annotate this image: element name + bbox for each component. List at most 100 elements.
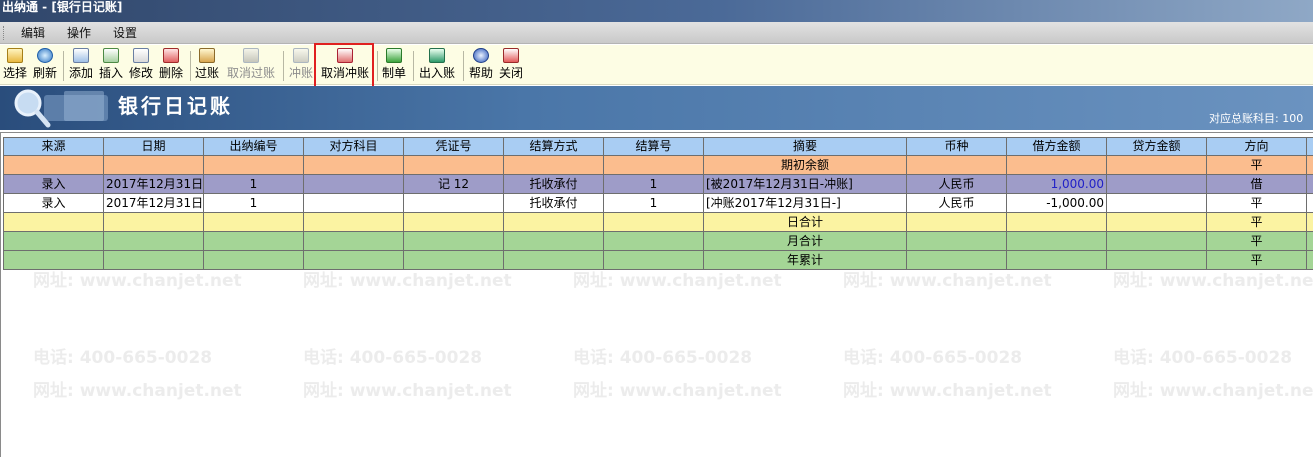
column-header-date[interactable]: 日期 [103, 137, 204, 156]
menu-grip[interactable] [3, 26, 6, 40]
column-header-source[interactable]: 来源 [3, 137, 104, 156]
column-header-settlement-no[interactable]: 结算号 [603, 137, 704, 156]
summary-cell: [冲账2017年12月31日-] [703, 193, 907, 213]
settlement-cell: 托收承付 [503, 193, 604, 213]
edit-icon [133, 48, 149, 63]
toolbar-separator [463, 51, 464, 81]
table-row[interactable]: 录入 2017年12月31日 1 记 12 托收承付 1 [被2017年12月3… [3, 174, 1313, 194]
delete-icon [163, 48, 179, 63]
credit-cell [1106, 174, 1207, 194]
watermark-phone: 电话: 400-665-0028 [573, 348, 753, 368]
column-header-credit[interactable]: 贷方金额 [1106, 137, 1207, 156]
menu-settings[interactable]: 设置 [112, 25, 138, 41]
reverse-icon [293, 48, 309, 63]
cashier-no-cell: 1 [203, 193, 304, 213]
watermark-phone: 电话: 400-665-0028 [1113, 348, 1293, 368]
year-total-row[interactable]: 年累计 平 [3, 250, 1313, 270]
day-total-label: 日合计 [703, 212, 907, 232]
counter-account-cell [303, 193, 404, 213]
bank-journal-table: 来源 日期 出纳编号 对方科目 凭证号 结算方式 结算号 摘要 币种 借方金额 … [3, 137, 1313, 270]
watermark-site: 网址: www.chanjet.net [1113, 271, 1313, 291]
page-banner: 银行日记账 对应总账科目: 100 [0, 86, 1313, 130]
insert-icon [103, 48, 119, 63]
column-header-voucher-no[interactable]: 凭证号 [403, 137, 504, 156]
watermark-site: 网址: www.chanjet.net [1113, 381, 1313, 401]
in-out-button[interactable]: 出入账 [417, 48, 457, 84]
edit-button[interactable]: 修改 [127, 48, 155, 84]
watermark-phone: 电话: 400-665-0028 [843, 348, 1023, 368]
add-button[interactable]: 添加 [67, 48, 95, 84]
post-button[interactable]: 过账 [193, 48, 221, 84]
ledger-grid[interactable]: 电话: 400-665-0028 电话: 400-665-0028 电话: 40… [0, 132, 1313, 457]
highlight-annotation-box [314, 43, 374, 91]
column-header-debit[interactable]: 借方金额 [1006, 137, 1107, 156]
voucher-icon [386, 48, 402, 63]
refresh-icon [37, 48, 53, 63]
direction-cell: 平 [1206, 193, 1307, 213]
menu-edit[interactable]: 编辑 [20, 25, 46, 41]
add-icon [73, 48, 89, 63]
year-total-label: 年累计 [703, 250, 907, 270]
column-header-currency[interactable]: 币种 [906, 137, 1007, 156]
column-header-counter-account[interactable]: 对方科目 [303, 137, 404, 156]
direction-cell: 借 [1206, 174, 1307, 194]
column-header-settlement[interactable]: 结算方式 [503, 137, 604, 156]
cancel-post-button[interactable]: 取消过账 [225, 48, 277, 84]
currency-cell: 人民币 [906, 193, 1007, 213]
select-button[interactable]: 选择 [2, 48, 28, 84]
post-icon [199, 48, 215, 63]
counter-account-cell [303, 174, 404, 194]
insert-button[interactable]: 插入 [97, 48, 125, 84]
watermark-site: 网址: www.chanjet.net [33, 381, 242, 401]
watermark-site: 网址: www.chanjet.net [843, 271, 1052, 291]
menu-operation[interactable]: 操作 [66, 25, 92, 41]
window-title-bar: 出纳通 - [银行日记账] [0, 0, 1313, 22]
debit-cell: -1,000.00 [1006, 193, 1107, 213]
toolbar: 选择 刷新 添加 插入 修改 删除 过账 取消过账 冲账 取消冲账 制单 出入账… [0, 45, 1313, 85]
close-button[interactable]: 关闭 [497, 48, 525, 84]
table-row[interactable]: 录入 2017年12月31日 1 托收承付 1 [冲账2017年12月31日-]… [3, 193, 1313, 213]
column-header-summary[interactable]: 摘要 [703, 137, 907, 156]
watermark-site: 网址: www.chanjet.net [843, 381, 1052, 401]
summary-cell: [被2017年12月31日-冲账] [703, 174, 907, 194]
voucher-no-cell [403, 193, 504, 213]
direction-cell: 平 [1206, 212, 1307, 232]
toolbar-separator [377, 51, 378, 81]
month-total-row[interactable]: 月合计 平 [3, 231, 1313, 251]
make-voucher-button[interactable]: 制单 [380, 48, 408, 84]
help-icon [473, 48, 489, 63]
select-icon [7, 48, 23, 63]
watermark-site: 网址: www.chanjet.net [573, 381, 782, 401]
magnifier-icon [14, 89, 108, 128]
date-cell: 2017年12月31日 [103, 174, 204, 194]
watermark-phone: 电话: 400-665-0028 [33, 348, 213, 368]
table-header-row: 来源 日期 出纳编号 对方科目 凭证号 结算方式 结算号 摘要 币种 借方金额 … [3, 137, 1313, 156]
day-total-row[interactable]: 日合计 平 [3, 212, 1313, 232]
column-header-direction[interactable]: 方向 [1206, 137, 1307, 156]
opening-balance-label: 期初余额 [703, 155, 907, 175]
cashier-no-cell: 1 [203, 174, 304, 194]
toolbar-separator [190, 51, 191, 81]
column-header-cashier-no[interactable]: 出纳编号 [203, 137, 304, 156]
direction-cell: 平 [1206, 250, 1307, 270]
watermark-site: 网址: www.chanjet.net [573, 271, 782, 291]
watermark-site: 网址: www.chanjet.net [303, 271, 512, 291]
menu-bar: 编辑 操作 设置 [0, 22, 1313, 44]
help-button[interactable]: 帮助 [467, 48, 495, 84]
page-title: 银行日记账 [118, 94, 233, 118]
settlement-no-cell: 1 [603, 174, 704, 194]
toolbar-separator [283, 51, 284, 81]
reverse-button[interactable]: 冲账 [287, 48, 315, 84]
month-total-label: 月合计 [703, 231, 907, 251]
source-cell: 录入 [3, 174, 104, 194]
watermark-phone: 电话: 400-665-0028 [303, 348, 483, 368]
column-header-extra [1306, 137, 1313, 156]
direction-cell: 平 [1206, 155, 1307, 175]
ledger-account-info: 对应总账科目: 100 [1209, 112, 1304, 125]
delete-button[interactable]: 删除 [157, 48, 185, 84]
window-title: 出纳通 - [银行日记账] [2, 0, 123, 14]
refresh-button[interactable]: 刷新 [31, 48, 59, 84]
close-icon [503, 48, 519, 63]
opening-balance-row[interactable]: 期初余额 平 [3, 155, 1313, 175]
direction-cell: 平 [1206, 231, 1307, 251]
